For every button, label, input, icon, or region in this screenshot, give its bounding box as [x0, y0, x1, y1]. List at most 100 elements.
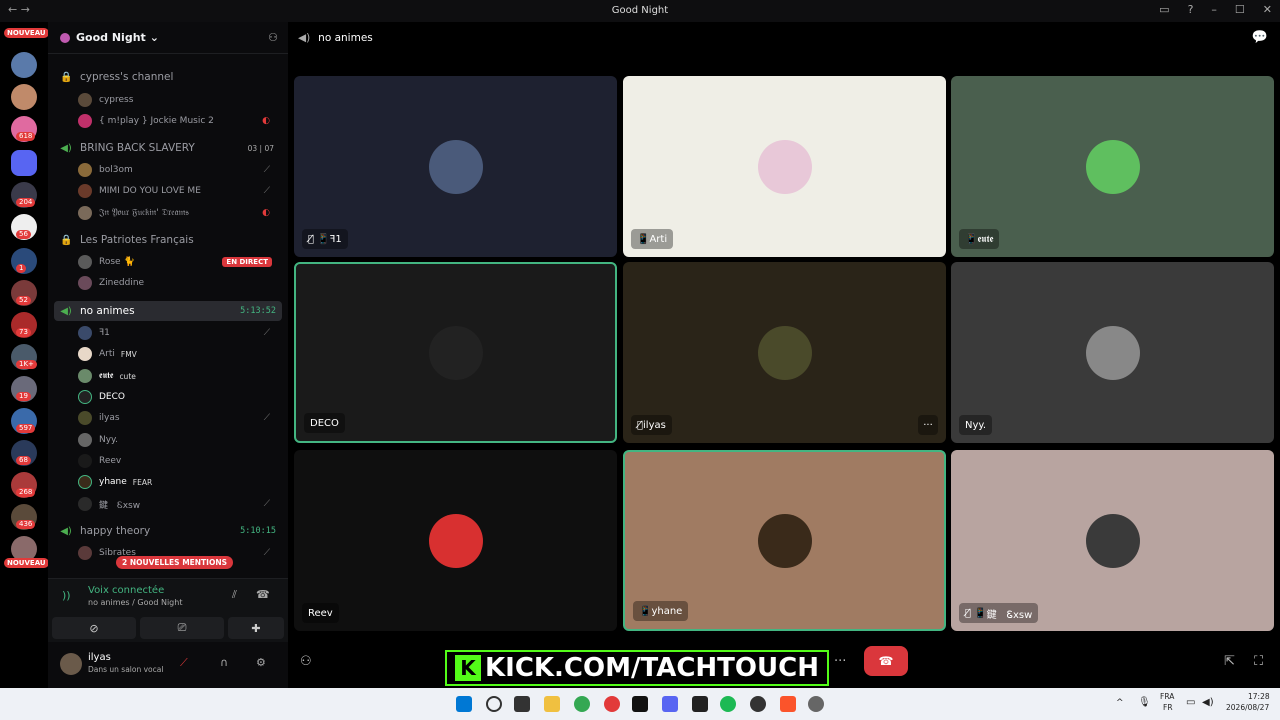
guild-header[interactable]: Good Night ⌄ ⚇ [48, 22, 288, 54]
app-icon[interactable] [632, 696, 648, 712]
participant-tile[interactable]: Nyy. [951, 262, 1274, 443]
voice-member[interactable]: { m!play } Jockie Music 2 ◐ [78, 111, 278, 131]
channel-bring-back[interactable]: ◀) BRING BACK SLAVERY 03 | 07 [54, 138, 282, 158]
settings-icon[interactable] [808, 696, 824, 712]
clock-time[interactable]: 17:28 [1248, 692, 1270, 701]
app-icon[interactable] [604, 696, 620, 712]
voice-member[interactable]: 𝖊𝖚𝖙𝖊 cute [78, 366, 278, 386]
voice-member[interactable]: Rose 🐈 EN DIRECT [78, 252, 278, 272]
channel-name: no animes [80, 305, 135, 317]
channel-no-animes[interactable]: ◀) no animes 5:13:52 [54, 301, 282, 321]
voice-member[interactable]: cypress [78, 90, 278, 110]
more-icon[interactable]: ··· [834, 654, 846, 669]
participant-tile[interactable]: 🎙̸ 📱 ꟻ1 [294, 76, 617, 257]
channel-happy-theory[interactable]: ◀) happy theory 5:10:15 [54, 521, 282, 541]
task-view-icon[interactable] [514, 696, 530, 712]
guild-icon [60, 32, 70, 43]
camera-button[interactable]: ⊘ [52, 617, 136, 639]
user-name[interactable]: ilyas [88, 652, 111, 663]
voice-member[interactable]: Zineddine [78, 273, 278, 293]
fullscreen-icon[interactable]: ⛶ [1254, 654, 1263, 669]
voice-status[interactable]: Voix connectée [88, 585, 164, 596]
voice-member[interactable]: ilyas ⟋ [78, 408, 278, 428]
channel-patriotes[interactable]: 🔒 Les Patriotes Français [54, 230, 282, 250]
clock-date[interactable]: 2026/08/27 [1226, 703, 1269, 712]
folder-icon[interactable] [11, 150, 37, 176]
help-icon[interactable]: ? [1188, 3, 1194, 16]
app-icon[interactable] [692, 696, 708, 712]
voice-member[interactable]: Reev [78, 451, 278, 471]
deafened-icon: ◐ [262, 208, 270, 218]
avatar [428, 139, 483, 194]
participant-tile[interactable]: 📱 𝖊𝖚𝖙𝖊 [951, 76, 1274, 257]
voice-member[interactable]: DECO [78, 387, 278, 407]
volume-icon[interactable]: ◀) [1202, 697, 1214, 708]
server-badge: 52 [16, 296, 31, 305]
popout-icon[interactable]: ⇱ [1224, 654, 1235, 669]
call-timer: 5:10:15 [240, 526, 276, 536]
screenshare-button[interactable]: ⎚ [140, 617, 224, 639]
voice-location[interactable]: no animes / Good Night [88, 598, 182, 607]
invite-icon[interactable]: ⚇ [300, 654, 312, 669]
brave-icon[interactable] [780, 696, 796, 712]
mic-muted-icon[interactable]: ⟋ [180, 656, 188, 670]
chrome-icon[interactable] [574, 696, 590, 712]
voice-member[interactable]: 鍵 Ꮛxsw ⟋ [78, 494, 278, 514]
muted-icon: ⟋ [263, 548, 270, 558]
voice-stage: ◀) no animes 💬 🎙̸ 📱 ꟻ1 📱 Arti 📱 𝖊𝖚𝖙𝖊 DEC… [288, 22, 1280, 688]
settings-gear-icon[interactable]: ⚙ [256, 656, 266, 669]
member-tag: cute [119, 371, 136, 381]
voice-member[interactable]: 𝔍𝔫 𝔜𝔬𝔲𝔯 𝔉𝔲𝔠𝔨𝔦𝔫' 𝔇𝔯𝔢𝔞𝔪𝔰 ◐ [78, 203, 278, 223]
noise-suppression-icon[interactable]: ⫽ [232, 588, 237, 602]
disconnect-icon[interactable]: ☎ [256, 588, 270, 601]
participant-tile[interactable]: 🎙̸ 📱 鍵 Ꮛxsw [951, 450, 1274, 631]
chevron-up-icon[interactable]: ^ [1116, 698, 1124, 708]
voice-member[interactable]: bol3om ⟋ [78, 160, 278, 180]
start-icon[interactable] [456, 696, 472, 712]
voice-member[interactable]: MIMI DO YOU LOVE ME ⟋ [78, 181, 278, 201]
app-icon[interactable] [750, 696, 766, 712]
lock-icon: 🔒 [60, 71, 73, 83]
participant-tile[interactable]: 📱 yhane [623, 450, 946, 631]
add-member-icon[interactable]: ⚇ [268, 31, 278, 44]
hang-up-icon: ☎ [878, 654, 894, 668]
server-icon[interactable] [11, 84, 37, 110]
close-button[interactable]: ✕ [1263, 3, 1272, 16]
activities-button[interactable]: ✚ [228, 617, 284, 639]
microphone-icon[interactable]: 🎙 [1138, 697, 1151, 708]
inbox-icon[interactable]: ▭ [1159, 3, 1169, 16]
voice-member[interactable]: yhane FEAR [78, 472, 278, 492]
participant-tile[interactable]: 📱 Arti [623, 76, 946, 257]
member-name: Arti [99, 349, 115, 359]
avatar [1085, 325, 1140, 380]
member-name: ꟻ1 [99, 328, 110, 338]
avatar [757, 513, 812, 568]
voice-member[interactable]: Nyy. [78, 430, 278, 450]
muted-icon: ⟋ [263, 186, 270, 196]
more-options-button[interactable]: ··· [918, 415, 938, 435]
maximize-button[interactable]: ☐ [1235, 3, 1245, 16]
discord-icon[interactable] [662, 696, 678, 712]
participant-tile[interactable]: 🎙̸ ilyas ··· [623, 262, 946, 443]
network-icon[interactable]: ▭ [1186, 697, 1195, 708]
end-call-button[interactable]: ☎ [864, 646, 908, 676]
spotify-icon[interactable] [720, 696, 736, 712]
participant-tile[interactable]: Reev [294, 450, 617, 631]
headphones-icon[interactable]: ∩ [220, 656, 228, 669]
chat-icon[interactable]: 💬 [1252, 30, 1268, 45]
language-indicator[interactable]: FRA [1160, 692, 1174, 701]
server-badge: 597 [16, 424, 36, 433]
avatar[interactable] [60, 653, 82, 675]
participant-label: 🎙̸ ilyas [631, 415, 672, 435]
voice-member[interactable]: ꟻ1 ⟋ [78, 323, 278, 343]
file-explorer-icon[interactable] [544, 696, 560, 712]
voice-member[interactable]: Arti FMV [78, 344, 278, 364]
participant-tile[interactable]: DECO [294, 262, 617, 443]
new-mentions-badge[interactable]: 2 NOUVELLES MENTIONS [116, 556, 234, 569]
server-icon[interactable] [11, 52, 37, 78]
member-name: { m!play } Jockie Music 2 [99, 116, 214, 126]
search-icon[interactable] [486, 696, 502, 712]
channel-cypress[interactable]: 🔒 cypress's channel [54, 67, 282, 87]
minimize-button[interactable]: – [1211, 3, 1217, 16]
activities-icon: ✚ [251, 621, 261, 635]
